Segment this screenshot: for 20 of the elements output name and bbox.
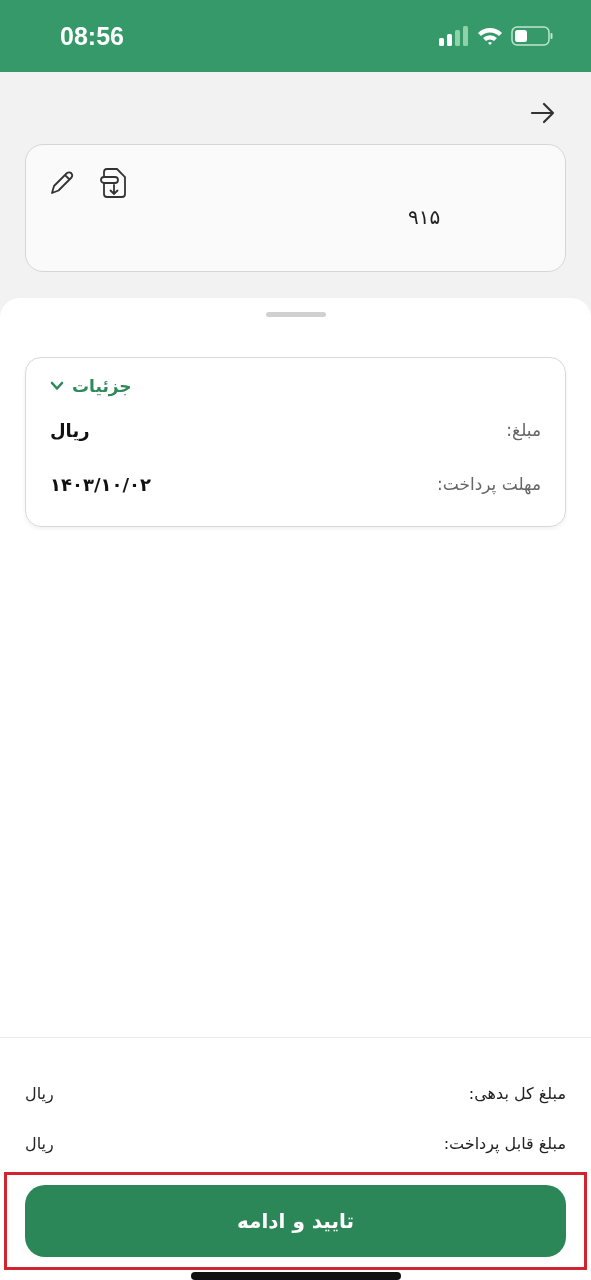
signal-icon <box>439 26 469 46</box>
wifi-icon <box>477 26 503 46</box>
chevron-icon <box>50 381 64 391</box>
battery-icon <box>511 26 553 46</box>
summary-label: مبلغ کل بدهی: <box>468 1083 566 1103</box>
summary-label: مبلغ قابل پرداخت: <box>443 1133 566 1153</box>
bill-number: ۹۱۵ <box>408 205 442 229</box>
detail-label: مهلت پرداخت: <box>437 474 541 494</box>
summary-value: ریال <box>25 1133 54 1153</box>
pencil-icon[interactable] <box>48 169 76 197</box>
back-arrow-icon[interactable] <box>530 102 556 124</box>
status-time: 08:56 <box>60 21 124 51</box>
detail-value: ریال <box>50 419 90 441</box>
details-toggle[interactable]: جزئیات <box>50 376 132 396</box>
confirm-button[interactable]: تایید و ادامه <box>25 1185 566 1257</box>
summary-value: ریال <box>25 1083 54 1103</box>
document-download-icon[interactable] <box>100 167 128 199</box>
sheet-handle[interactable] <box>265 312 326 317</box>
detail-value: ۱۴۰۳/۱۰/۰۲ <box>50 473 152 495</box>
detail-label: مبلغ: <box>506 420 541 440</box>
